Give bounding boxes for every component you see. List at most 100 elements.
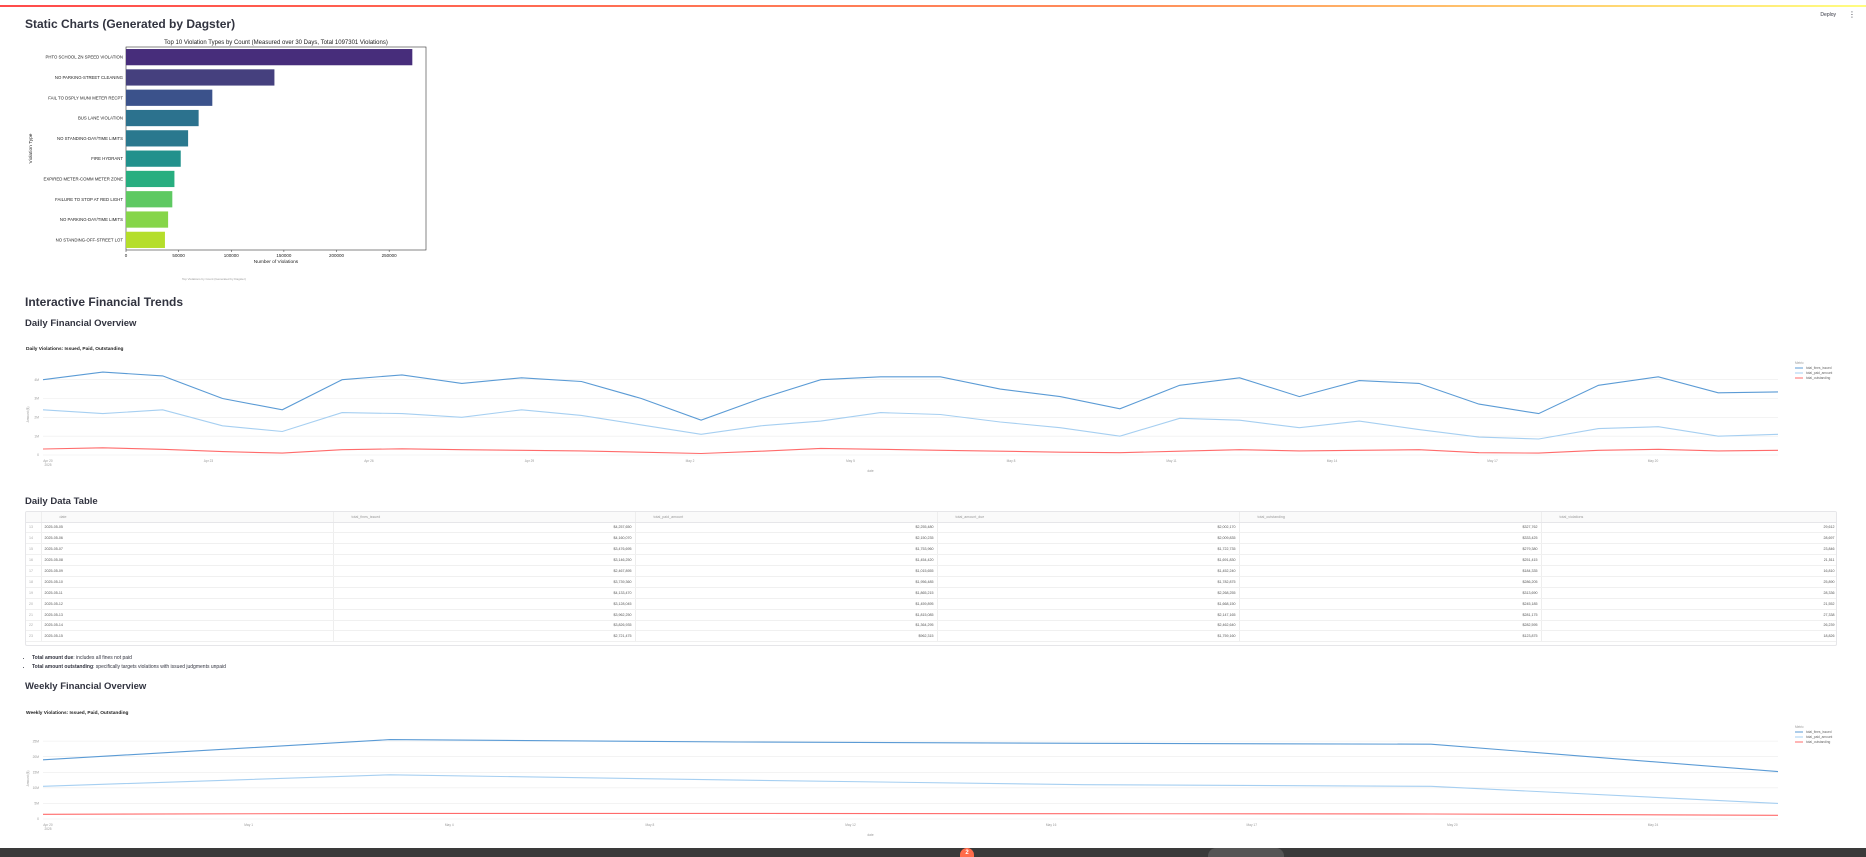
table-cell: $1,722,735 [937, 543, 1240, 556]
bar-category-label: NO PARKING-STREET CLEANING [55, 75, 124, 80]
notification-badge[interactable]: 2 [960, 848, 974, 857]
footer-pill[interactable] [1208, 848, 1284, 857]
y-tick-label: 20M [33, 755, 40, 759]
table-cell: $279,380 [1239, 543, 1542, 556]
x-tick-label: May 16 [1046, 823, 1057, 827]
y-axis-label: Violation Type [28, 133, 34, 163]
table-column-header[interactable]: total_violations [1541, 512, 1836, 523]
bar-2 [126, 89, 213, 106]
x-tick-label: May 11 [1166, 459, 1176, 463]
table-column-header[interactable]: total_paid_amount [635, 512, 938, 523]
table-cell: $3,962,250 [333, 609, 636, 621]
table-row[interactable]: 18 2025-05-10 $3,739,360 $1,956,485 $1,782,8… [26, 576, 1836, 588]
daily-data-table[interactable]: date total_fines_issued total_paid_amount t… [25, 511, 1837, 646]
series-line-total_fines_issued[interactable] [42, 739, 1779, 773]
table-cell: 16,810 [1541, 565, 1836, 577]
table-row[interactable]: 14 2025-05-06 $4,160,070 $2,150,235 $2,009,8… [26, 532, 1836, 545]
table-cell: $1,452,240 [937, 565, 1240, 577]
table-row[interactable]: 19 2025-05-11 $4,133,470 $1,865,215 $2,268,2… [26, 587, 1836, 599]
x-tick-label: May 4 [445, 823, 454, 827]
x-tick-label: May 17 [1487, 459, 1498, 463]
legend-label[interactable]: total_paid_amount [1806, 371, 1832, 375]
y-tick-label: 25M [33, 739, 40, 743]
series-line-total_outstanding[interactable] [42, 447, 1779, 455]
x-tick-label: 250000 [382, 253, 398, 258]
table-cell: 23,846 [1541, 543, 1836, 556]
table-cell: $3,146,250 [333, 554, 636, 567]
legend-label[interactable]: total_outstanding [1806, 376, 1831, 380]
table-cell: $2,009,835 [937, 532, 1240, 545]
weekly-financial-line-chart[interactable]: Weekly Violations: Issued, Paid, Outstan… [25, 706, 1845, 846]
series-line-total_paid_amount[interactable] [42, 409, 1779, 440]
table-cell: 21,511 [1541, 554, 1836, 567]
kebab-menu-icon[interactable]: ⋮ [1848, 10, 1856, 19]
y-tick-label: 0 [37, 817, 39, 821]
legend-label[interactable]: total_fines_issued [1806, 366, 1832, 370]
table-cell: 25,890 [1541, 576, 1836, 588]
legend-label[interactable]: total_outstanding [1806, 740, 1831, 744]
table-row[interactable]: 23 2025-05-15 $2,721,475 $962,315 $1,759,160… [26, 630, 1836, 643]
table-index-header [26, 512, 42, 523]
table-cell: 2025-05-06 [41, 532, 334, 545]
top-violations-bar-chart: Top 10 Violation Types by Count (Measure… [28, 40, 427, 265]
series-line-total_outstanding[interactable] [42, 812, 1779, 816]
weekly-overview-title: Weekly Financial Overview [25, 681, 147, 692]
table-column-header[interactable]: date [41, 512, 334, 523]
table-cell: 22 [26, 620, 42, 632]
table-cell: $1,459,895 [635, 598, 938, 610]
table-row[interactable]: 22 2025-05-14 $3,826,935 $1,364,295 $2,462,6… [26, 620, 1836, 632]
table-cell: $333,425 [1239, 532, 1542, 545]
table-cell: 29,612 [1541, 522, 1836, 534]
table-cell: $1,759,160 [937, 630, 1240, 643]
series-line-total_paid_amount[interactable] [42, 774, 1779, 804]
table-column-header[interactable]: total_fines_issued [333, 512, 636, 523]
bar-category-label: FAIL TO DSPLY MUNI METER RECPT [48, 95, 123, 100]
table-cell: 21 [26, 609, 42, 621]
table-cell: $1,815,085 [635, 609, 938, 621]
table-cell: $4,133,470 [333, 587, 636, 599]
table-column-header[interactable]: total_outstanding [1239, 512, 1542, 523]
x-tick-label: May 2 [686, 459, 695, 463]
x-tick-label: May 5 [846, 459, 855, 463]
footer-bar [0, 848, 1866, 857]
y-tick-label: 0 [37, 453, 39, 457]
table-cell: $3,739,360 [333, 576, 636, 588]
table-column-header[interactable]: total_amount_due [937, 512, 1240, 523]
table-cell: 13 [26, 522, 42, 534]
table-row[interactable]: 20 2025-05-12 $3,128,045 $1,459,895 $1,668,1… [26, 598, 1836, 610]
bar-category-label: FIRE HYDRANT [91, 156, 123, 161]
table-cell: $2,467,895 [333, 565, 636, 577]
table-row[interactable]: 16 2025-05-08 $3,146,250 $1,454,420 $1,691,8… [26, 554, 1836, 567]
table-cell: 2025-05-09 [41, 565, 334, 577]
y-tick-label: 5M [34, 802, 39, 806]
table-cell: $1,015,655 [635, 565, 938, 577]
legend-title: Metric [1795, 361, 1804, 365]
table-row[interactable]: 13 2025-05-05 $4,257,650 $2,255,480 $2,002,1… [26, 522, 1836, 534]
x-tick-label: 150000 [276, 253, 292, 258]
x-tick-label: May 14 [1327, 459, 1338, 463]
bar-5 [126, 150, 181, 167]
note-total-amount-due: Total amount due: includes all fines not… [32, 654, 226, 663]
series-line-total_fines_issued[interactable] [42, 371, 1779, 421]
y-tick-label: 3M [34, 397, 39, 401]
deploy-button[interactable]: Deploy [1820, 12, 1836, 18]
bar-8 [126, 211, 169, 228]
daily-financial-line-chart[interactable]: Daily Violations: Issued, Paid, Outstand… [25, 342, 1845, 482]
table-cell: $1,956,485 [635, 576, 938, 588]
table-row[interactable]: 21 2025-05-13 $3,962,250 $1,815,085 $2,147,1… [26, 609, 1836, 621]
x-tick-label: May 8 [1007, 459, 1016, 463]
x-tick-label: May 17 [1247, 823, 1258, 827]
bar-9 [126, 231, 165, 248]
y-axis-label: Amount ($) [26, 407, 30, 423]
table-row[interactable]: 17 2025-05-09 $2,467,895 $1,015,655 $1,452,2… [26, 565, 1836, 577]
static-chart-caption: Top Violations by Count (Generated by Da… [182, 277, 246, 281]
x-tick-label: May 1 [244, 823, 253, 827]
table-row[interactable]: 15 2025-05-07 $3,476,695 $1,753,960 $1,722,7… [26, 543, 1836, 556]
legend-label[interactable]: total_paid_amount [1806, 735, 1832, 739]
table-cell: $2,255,480 [635, 522, 938, 534]
table-cell: $245,185 [1239, 598, 1542, 610]
legend-label[interactable]: total_fines_issued [1806, 730, 1832, 734]
table-cell: $1,668,150 [937, 598, 1240, 610]
y-tick-label: 2M [34, 416, 39, 420]
table-cell: 2025-05-13 [41, 609, 334, 621]
